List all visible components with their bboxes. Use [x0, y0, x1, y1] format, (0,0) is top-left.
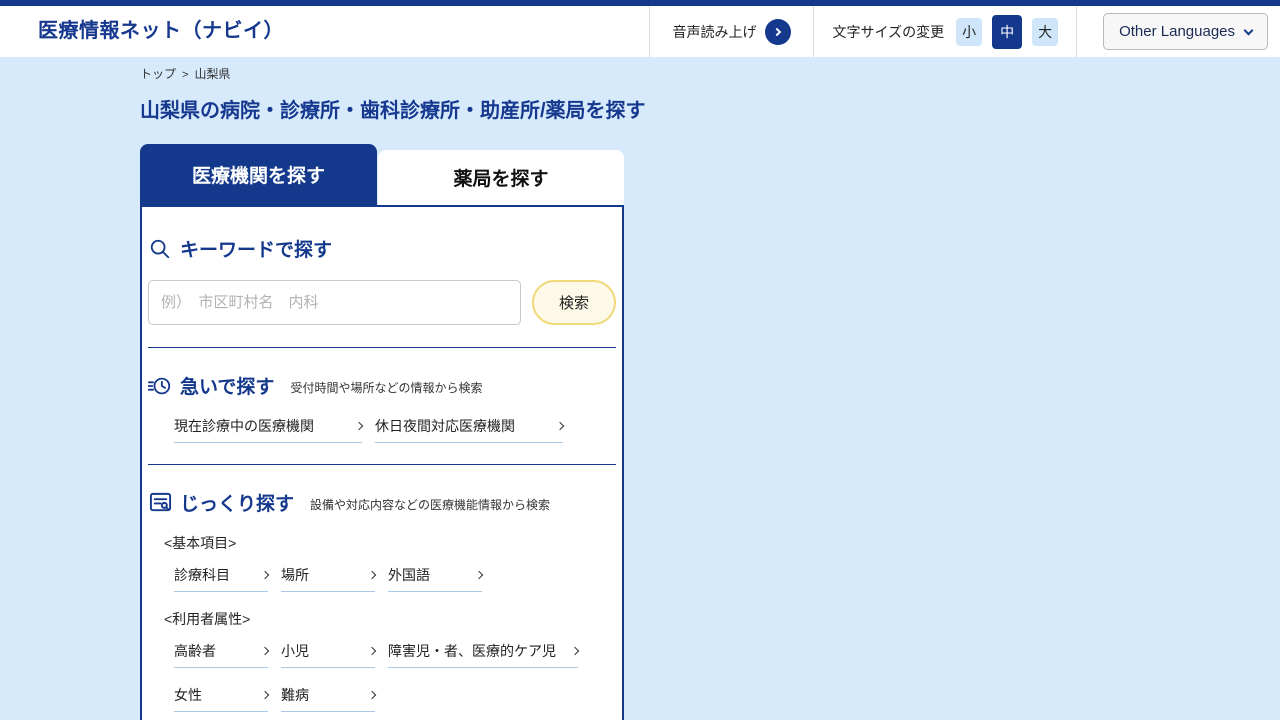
search-card: キーワードで探す 検索 急いで探す 受付時間や場所などの情報から検索: [140, 205, 624, 720]
detail-section-subtitle: 設備や対応内容などの医療機能情報から検索: [310, 492, 550, 513]
font-size-label: 文字サイズの変更: [832, 22, 944, 42]
chevron-right-icon: [368, 571, 376, 579]
chevron-right-icon: [368, 691, 376, 699]
document-search-icon: [148, 491, 172, 515]
chevron-right-icon: [571, 647, 579, 655]
quick-section-title: 急いで探す: [180, 372, 274, 399]
chevron-right-icon: [475, 571, 483, 579]
chevron-right-icon: [261, 647, 269, 655]
link-disabled-medical-care[interactable]: 障害児・者、医療的ケア児: [388, 641, 578, 668]
font-size-control: 文字サイズの変更 小 中 大: [813, 6, 1076, 57]
fast-clock-icon: [148, 374, 172, 398]
font-size-large-button[interactable]: 大: [1032, 18, 1058, 46]
search-icon: [148, 237, 172, 261]
group-label-basic: <基本項目>: [164, 533, 616, 553]
page-title: 山梨県の病院・診療所・歯科診療所・助産所/薬局を探す: [140, 94, 1280, 123]
chevron-right-icon: [261, 691, 269, 699]
other-languages-label: Other Languages: [1119, 23, 1235, 40]
chevron-right-circle-icon: [765, 19, 791, 45]
search-tabs: 医療機関を探す 薬局を探す: [140, 144, 624, 205]
detail-search-section: じっくり探す 設備や対応内容などの医療機能情報から検索 <基本項目> 診療科目 …: [148, 465, 616, 720]
link-children[interactable]: 小児: [281, 641, 375, 668]
quick-section-subtitle: 受付時間や場所などの情報から検索: [290, 375, 482, 396]
site-header: 医療情報ネット（ナビイ） 音声読み上げ 文字サイズの変更 小 中 大 Other…: [0, 6, 1280, 57]
link-foreign-language[interactable]: 外国語: [388, 565, 482, 592]
header-controls: 音声読み上げ 文字サイズの変更 小 中 大 Other Languages: [649, 6, 1280, 57]
link-women[interactable]: 女性: [174, 685, 268, 712]
chevron-right-icon: [355, 422, 363, 430]
main-content: トップ > 山梨県 山梨県の病院・診療所・歯科診療所・助産所/薬局を探す 医療機関を…: [0, 57, 1280, 720]
breadcrumb-separator: >: [182, 69, 188, 81]
breadcrumb-link-home[interactable]: トップ: [140, 67, 176, 81]
chevron-right-icon: [556, 422, 564, 430]
chevron-down-icon: [1244, 25, 1254, 35]
chevron-right-icon: [368, 647, 376, 655]
language-section: Other Languages: [1076, 6, 1280, 57]
font-size-small-button[interactable]: 小: [956, 18, 982, 46]
other-languages-dropdown[interactable]: Other Languages: [1103, 13, 1268, 50]
tab-pharmacies[interactable]: 薬局を探す: [378, 150, 624, 205]
link-holiday-night[interactable]: 休日夜間対応医療機関: [375, 416, 563, 443]
search-button[interactable]: 検索: [532, 280, 616, 325]
link-currently-open[interactable]: 現在診療中の医療機関: [174, 416, 362, 443]
link-location[interactable]: 場所: [281, 565, 375, 592]
breadcrumb: トップ > 山梨県: [140, 57, 1280, 82]
chevron-right-icon: [261, 571, 269, 579]
link-intractable-disease[interactable]: 難病: [281, 685, 375, 712]
group-label-user-attributes: <利用者属性>: [164, 609, 616, 629]
keyword-section-title: キーワードで探す: [180, 235, 332, 262]
keyword-search-section: キーワードで探す 検索: [148, 235, 616, 325]
link-elderly[interactable]: 高齢者: [174, 641, 268, 668]
text-to-speech-label: 音声読み上げ: [672, 22, 756, 42]
tab-medical-institutions[interactable]: 医療機関を探す: [140, 144, 377, 205]
font-size-medium-button[interactable]: 中: [992, 15, 1022, 49]
breadcrumb-current: 山梨県: [194, 67, 230, 81]
detail-section-title: じっくり探す: [180, 489, 294, 516]
site-title[interactable]: 医療情報ネット（ナビイ）: [0, 6, 284, 57]
text-to-speech-button[interactable]: 音声読み上げ: [649, 6, 813, 57]
link-medical-department[interactable]: 診療科目: [174, 565, 268, 592]
quick-search-section: 急いで探す 受付時間や場所などの情報から検索 現在診療中の医療機関 休日夜間対応…: [148, 348, 616, 443]
keyword-search-input[interactable]: [148, 280, 521, 325]
